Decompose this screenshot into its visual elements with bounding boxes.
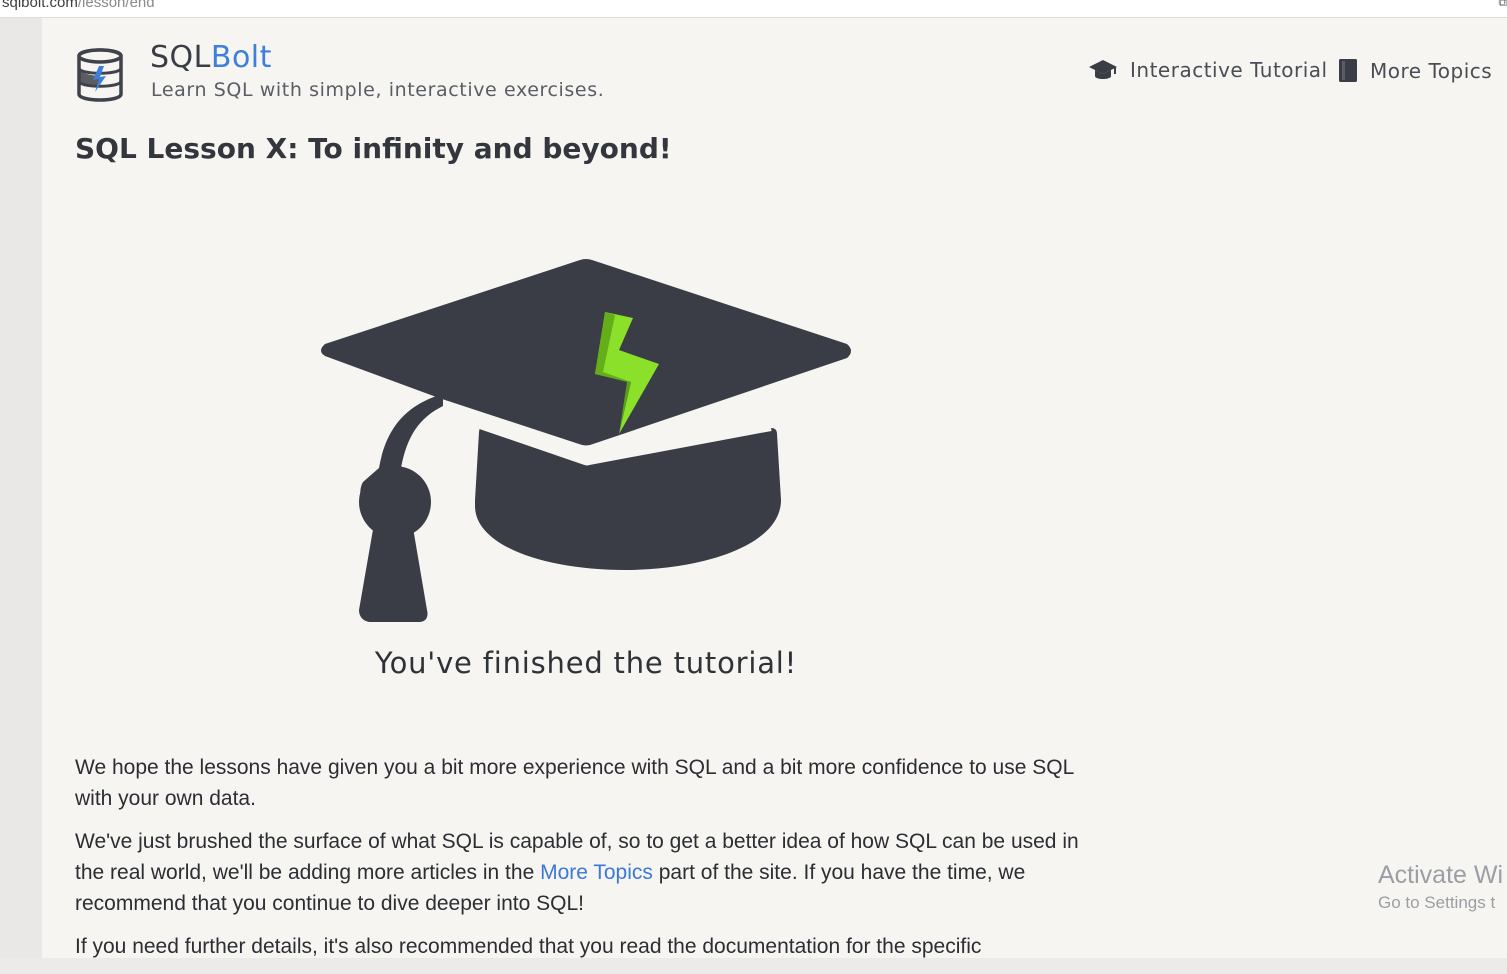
left-gutter (0, 18, 42, 958)
graduation-cap-icon (1089, 60, 1117, 79)
lesson-title: SQL Lesson X: To infinity and beyond! (75, 132, 672, 165)
nav-more-topics-label: More Topics (1370, 58, 1493, 83)
book-icon (1339, 59, 1357, 82)
lesson-body: We hope the lessons have given you a bit… (75, 752, 1105, 974)
page-content: SQLBolt Learn SQL with simple, interacti… (42, 18, 1507, 958)
graduation-cap-bolt-illustration-icon (321, 259, 851, 622)
url-text[interactable]: sqlbolt.com/lesson/end (2, 0, 155, 11)
site-name[interactable]: SQLBolt (150, 40, 272, 75)
body-paragraph-3: If you need further details, it's also r… (75, 935, 982, 958)
nav-interactive-tutorial-label: Interactive Tutorial (1130, 58, 1328, 82)
activate-windows-watermark: Activate Wi Go to Settings t (1378, 861, 1504, 912)
nav-interactive-tutorial[interactable]: Interactive Tutorial (1088, 58, 1328, 82)
open-external-icon[interactable]: ⧉ (1498, 0, 1507, 10)
more-topics-link[interactable]: More Topics (540, 861, 653, 884)
browser-address-bar[interactable]: sqlbolt.com/lesson/end ⧉ (0, 0, 1507, 18)
database-bolt-logo-icon[interactable] (75, 46, 125, 104)
finished-caption: You've finished the tutorial! (374, 646, 798, 680)
body-paragraph-2: We've just brushed the surface of what S… (75, 830, 1079, 915)
tagline: Learn SQL with simple, interactive exerc… (151, 79, 605, 101)
body-paragraph-1: We hope the lessons have given you a bit… (75, 756, 1074, 810)
nav-more-topics[interactable]: More Topics (1338, 58, 1492, 83)
